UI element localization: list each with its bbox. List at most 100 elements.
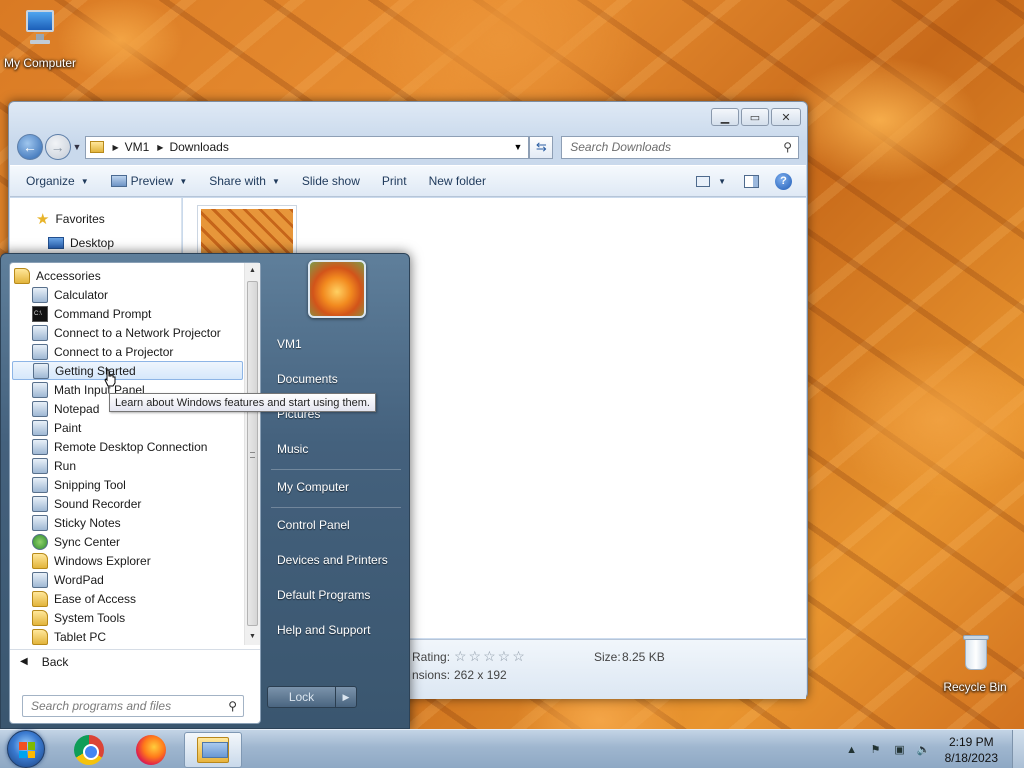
- taskbar-chrome[interactable]: [60, 732, 118, 768]
- program-windows-explorer[interactable]: Windows Explorer: [10, 551, 245, 570]
- program-snipping-tool[interactable]: Snipping Tool: [10, 475, 245, 494]
- preview-button[interactable]: Preview ▼: [110, 174, 187, 188]
- program-run[interactable]: Run: [10, 456, 245, 475]
- chevron-down-icon[interactable]: ▼: [718, 177, 726, 186]
- user-picture[interactable]: [308, 260, 366, 318]
- wordpad-icon: [32, 571, 48, 588]
- program-folder-ease-of-access[interactable]: Ease of Access: [10, 589, 245, 608]
- start-item-devices-printers[interactable]: Devices and Printers: [277, 553, 388, 567]
- address-dropdown-icon[interactable]: ▼: [514, 142, 523, 152]
- programs-scrollbar[interactable]: ▲ ▼: [244, 263, 260, 645]
- nav-item-desktop[interactable]: Desktop: [10, 232, 181, 254]
- recent-pages-dropdown[interactable]: ▼: [73, 142, 82, 152]
- folder-icon: [32, 609, 48, 626]
- start-item-my-computer[interactable]: My Computer: [277, 480, 349, 494]
- size-value: 8.25 KB: [622, 650, 665, 664]
- change-view-icon[interactable]: [696, 175, 711, 187]
- help-icon[interactable]: ?: [775, 172, 792, 190]
- minimize-button[interactable]: ▁: [711, 108, 739, 126]
- start-item-default-programs[interactable]: Default Programs: [277, 588, 370, 602]
- program-network-projector[interactable]: Connect to a Network Projector: [10, 323, 245, 342]
- windows-logo-icon: [19, 742, 35, 758]
- scroll-thumb[interactable]: [247, 281, 258, 626]
- program-calculator[interactable]: Calculator: [10, 285, 245, 304]
- star-icon: ★: [36, 211, 50, 228]
- hand-cursor-icon: [104, 369, 116, 387]
- nav-item-favorites[interactable]: ★ Favorites: [10, 206, 181, 232]
- start-item-help-support[interactable]: Help and Support: [277, 623, 370, 637]
- print-button[interactable]: Print: [382, 174, 407, 188]
- start-item-music[interactable]: Music: [277, 442, 308, 456]
- show-hidden-icons-icon[interactable]: ▲: [845, 743, 859, 757]
- back-button[interactable]: ◀ Back: [10, 649, 260, 673]
- monitor-icon: [32, 343, 48, 360]
- start-search-input[interactable]: Search programs and files ⚲: [22, 695, 244, 717]
- folder-icon: [197, 737, 229, 763]
- program-label: Sound Recorder: [54, 496, 142, 511]
- program-label: Ease of Access: [54, 591, 137, 606]
- breadcrumb-downloads[interactable]: Downloads: [169, 140, 228, 154]
- start-item-control-panel[interactable]: Control Panel: [277, 518, 350, 532]
- program-remote-desktop[interactable]: Remote Desktop Connection: [10, 437, 245, 456]
- new-folder-button[interactable]: New folder: [429, 174, 486, 188]
- program-folder-system-tools[interactable]: System Tools: [10, 608, 245, 627]
- address-bar[interactable]: ▶ VM1 ▶ Downloads ▼: [85, 135, 530, 159]
- breadcrumb-vm1[interactable]: VM1: [125, 140, 150, 154]
- clock[interactable]: 2:19 PM 8/18/2023: [945, 734, 998, 766]
- image-thumbnail: [201, 209, 293, 257]
- slide-show-button[interactable]: Slide show: [302, 174, 360, 188]
- power-options-arrow-icon[interactable]: ▶: [336, 687, 356, 707]
- start-item-documents[interactable]: Documents: [277, 372, 338, 386]
- program-label: System Tools: [54, 610, 126, 625]
- close-button[interactable]: ✕: [771, 108, 801, 126]
- program-sound-recorder[interactable]: Sound Recorder: [10, 494, 245, 513]
- desktop-icon-recycle-bin[interactable]: Recycle Bin: [935, 632, 1015, 694]
- start-search-placeholder: Search programs and files: [31, 699, 172, 713]
- scroll-down-icon[interactable]: ▼: [245, 629, 260, 645]
- program-folder-accessories[interactable]: Accessories: [10, 266, 245, 285]
- program-sync-center[interactable]: Sync Center: [10, 532, 245, 551]
- show-desktop-button[interactable]: [1012, 730, 1024, 768]
- getting-started-icon: [33, 362, 49, 379]
- taskbar-firefox[interactable]: [122, 732, 180, 768]
- organize-button[interactable]: Organize ▼: [26, 174, 89, 188]
- taskbar-explorer[interactable]: [184, 732, 242, 768]
- pen-icon: [32, 381, 48, 398]
- preview-pane-icon[interactable]: [744, 174, 759, 188]
- forward-button[interactable]: →: [44, 134, 71, 160]
- search-placeholder: Search Downloads: [570, 140, 671, 154]
- calculator-icon: [32, 286, 48, 303]
- start-item-user[interactable]: VM1: [277, 337, 302, 351]
- program-getting-started[interactable]: Getting Started: [12, 361, 243, 380]
- scroll-up-icon[interactable]: ▲: [245, 263, 260, 279]
- program-connect-projector[interactable]: Connect to a Projector: [10, 342, 245, 361]
- maximize-button[interactable]: ▭: [741, 108, 769, 126]
- program-label: Connect to a Projector: [54, 344, 174, 359]
- action-center-flag-icon[interactable]: ⚑: [869, 743, 883, 757]
- refresh-button[interactable]: ⇆: [529, 135, 554, 159]
- folder-icon: [32, 590, 48, 607]
- volume-muted-icon[interactable]: 🔈: [917, 743, 931, 757]
- share-with-button[interactable]: Share with ▼: [209, 174, 280, 188]
- desktop-icon-my-computer[interactable]: My Computer: [0, 8, 80, 70]
- all-programs-list: Accessories Calculator C:\ Command Prompt…: [10, 263, 245, 645]
- arrow-left-icon: ←: [22, 139, 37, 155]
- search-input[interactable]: Search Downloads ⚲: [561, 135, 799, 159]
- program-wordpad[interactable]: WordPad: [10, 570, 245, 589]
- desktop-icon-label: My Computer: [3, 56, 77, 70]
- view-controls: ▼ ?: [696, 172, 792, 190]
- program-folder-tablet-pc[interactable]: Tablet PC: [10, 627, 245, 646]
- program-sticky-notes[interactable]: Sticky Notes: [10, 513, 245, 532]
- program-label: Paint: [54, 420, 82, 435]
- nav-label: Favorites: [55, 212, 105, 226]
- program-command-prompt[interactable]: C:\ Command Prompt: [10, 304, 245, 323]
- computer-icon: [20, 8, 60, 52]
- back-button[interactable]: ←: [17, 134, 43, 160]
- lock-button[interactable]: Lock ▶: [267, 686, 357, 708]
- rating-stars[interactable]: ☆☆☆☆☆: [454, 648, 527, 665]
- program-paint[interactable]: Paint: [10, 418, 245, 437]
- program-label: Windows Explorer: [54, 553, 151, 568]
- start-button[interactable]: [7, 730, 45, 768]
- network-icon[interactable]: ▣: [893, 743, 907, 757]
- desktop-icon: [48, 237, 64, 249]
